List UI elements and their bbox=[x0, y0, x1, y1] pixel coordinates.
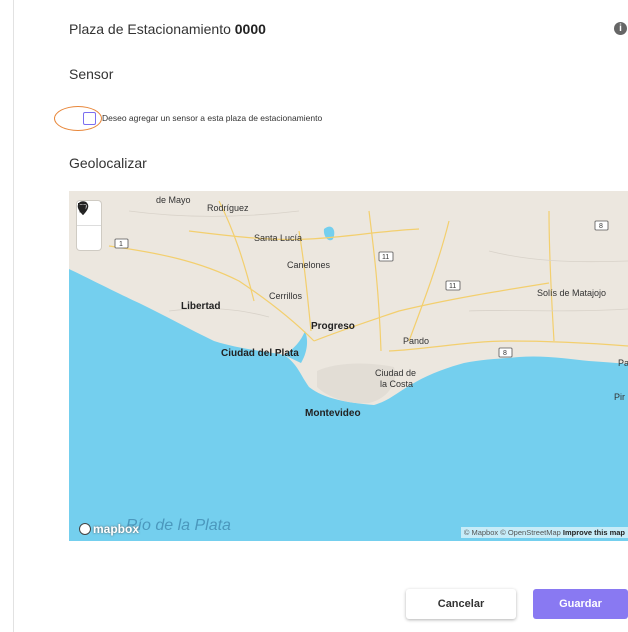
route-shield-8a: 8 bbox=[599, 223, 603, 230]
place-solis: Solís de Matajojo bbox=[537, 288, 606, 298]
mapbox-logo[interactable]: mapbox bbox=[79, 522, 139, 536]
title-prefix: Plaza de Estacionamiento bbox=[69, 21, 231, 37]
place-canelones: Canelones bbox=[287, 260, 331, 270]
place-santa-lucia: Santa Lucía bbox=[254, 233, 302, 243]
parking-number: 0000 bbox=[234, 21, 266, 37]
attribution-text[interactable]: © Mapbox © OpenStreetMap bbox=[464, 528, 561, 537]
place-pa: Pa bbox=[618, 358, 628, 368]
mapbox-logo-text: mapbox bbox=[93, 522, 140, 536]
map-attribution: © Mapbox © OpenStreetMap Improve this ma… bbox=[460, 527, 628, 538]
place-rodriguez: Rodríguez bbox=[207, 203, 249, 213]
place-ciudad-del-plata: Ciudad del Plata bbox=[221, 348, 299, 359]
place-la-costa: la Costa bbox=[380, 379, 413, 389]
sensor-section-label: Sensor bbox=[69, 66, 114, 82]
map-toolbar bbox=[77, 201, 101, 250]
sensor-option-row: Deseo agregar un sensor a esta plaza de … bbox=[54, 104, 454, 134]
place-montevideo: Montevideo bbox=[305, 408, 361, 419]
route-shield-11a: 11 bbox=[382, 254, 389, 261]
page-title: Plaza de Estacionamiento 0000 bbox=[69, 21, 266, 37]
place-progreso: Progreso bbox=[311, 321, 355, 332]
place-pando: Pando bbox=[403, 336, 429, 346]
place-libertad: Libertad bbox=[181, 301, 220, 312]
geolocate-section-label: Geolocalizar bbox=[69, 155, 147, 171]
save-button[interactable]: Guardar bbox=[533, 589, 628, 619]
cancel-button[interactable]: Cancelar bbox=[406, 589, 516, 619]
route-shield-8b: 8 bbox=[503, 350, 507, 357]
place-rio-de-la-plata: Río de la Plata bbox=[126, 517, 231, 534]
place-pir: Pir bbox=[614, 392, 625, 402]
place-de-mayo: de Mayo bbox=[156, 195, 191, 205]
route-shield-1: 1 bbox=[119, 241, 123, 248]
place-ciudad-de: Ciudad de bbox=[375, 368, 416, 378]
add-sensor-label[interactable]: Deseo agregar un sensor a esta plaza de … bbox=[102, 113, 322, 123]
map-canvas[interactable]: 1 11 11 8 8 de Mayo Rodríguez Santa Lucí… bbox=[69, 191, 628, 541]
mapbox-logo-icon bbox=[79, 523, 91, 535]
left-divider bbox=[13, 0, 14, 632]
map-view[interactable]: 1 11 11 8 8 de Mayo Rodríguez Santa Lucí… bbox=[69, 191, 628, 541]
info-icon[interactable]: i bbox=[614, 22, 627, 35]
improve-map-link[interactable]: Improve this map bbox=[563, 528, 625, 537]
add-sensor-checkbox[interactable] bbox=[83, 112, 96, 125]
route-shield-11b: 11 bbox=[449, 283, 456, 290]
place-cerrillos: Cerrillos bbox=[269, 291, 303, 301]
trash-icon[interactable] bbox=[77, 201, 101, 250]
